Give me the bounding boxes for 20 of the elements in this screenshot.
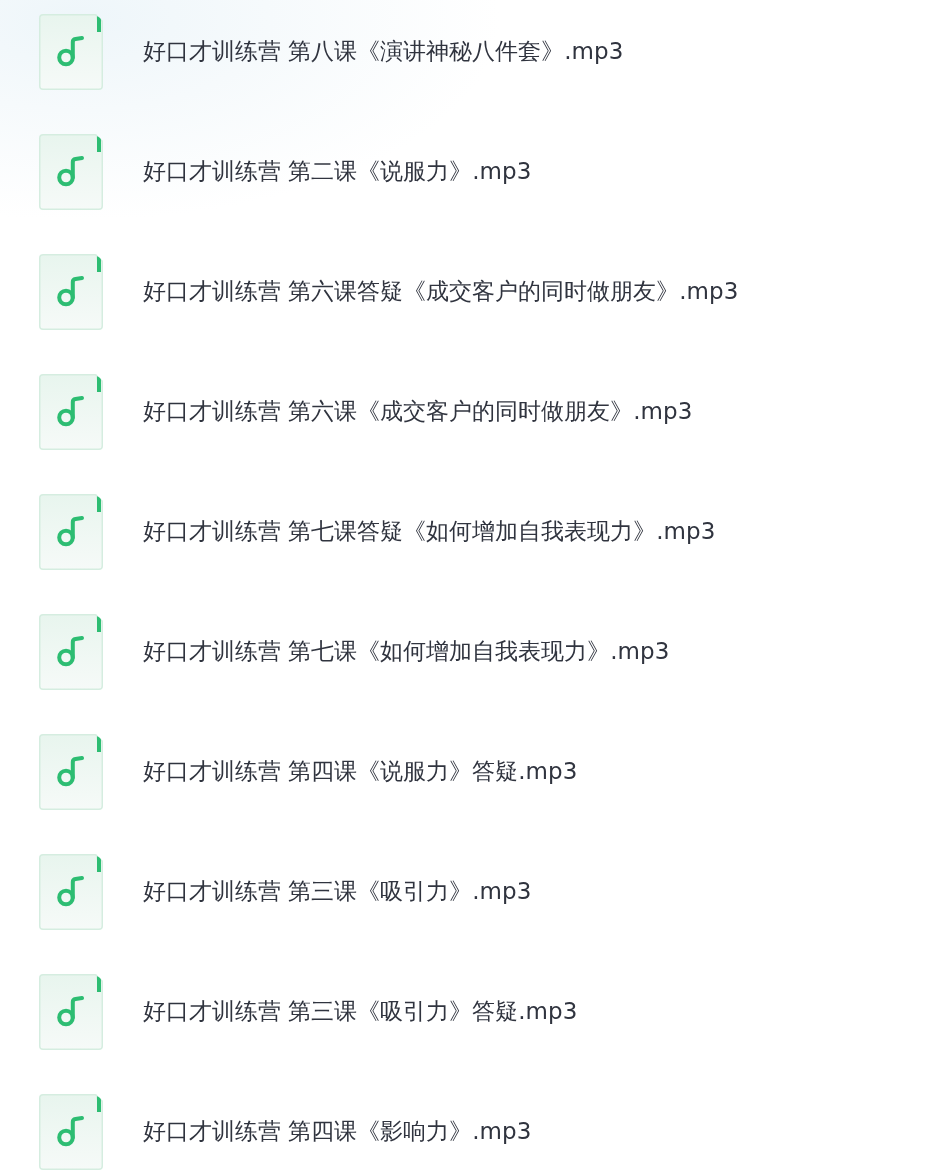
audio-file-icon bbox=[39, 614, 103, 690]
file-name[interactable]: 好口才训练营 第六课答疑《成交客户的同时做朋友》.mp3 bbox=[143, 278, 739, 306]
audio-file-icon bbox=[39, 134, 103, 210]
file-name[interactable]: 好口才训练营 第二课《说服力》.mp3 bbox=[143, 158, 532, 186]
audio-file-icon bbox=[39, 854, 103, 930]
audio-file-icon bbox=[39, 254, 103, 330]
audio-file-icon bbox=[39, 734, 103, 810]
file-name[interactable]: 好口才训练营 第三课《吸引力》.mp3 bbox=[143, 878, 532, 906]
file-name[interactable]: 好口才训练营 第八课《演讲神秘八件套》.mp3 bbox=[143, 38, 624, 66]
audio-file-icon bbox=[39, 374, 103, 450]
file-name[interactable]: 好口才训练营 第三课《吸引力》答疑.mp3 bbox=[143, 998, 578, 1026]
audio-file-icon bbox=[39, 494, 103, 570]
audio-file-icon bbox=[39, 14, 103, 90]
audio-file-icon bbox=[39, 1094, 103, 1170]
file-name[interactable]: 好口才训练营 第六课《成交客户的同时做朋友》.mp3 bbox=[143, 398, 693, 426]
file-name[interactable]: 好口才训练营 第四课《说服力》答疑.mp3 bbox=[143, 758, 578, 786]
file-name[interactable]: 好口才训练营 第七课《如何增加自我表现力》.mp3 bbox=[143, 638, 670, 666]
file-name[interactable]: 好口才训练营 第七课答疑《如何增加自我表现力》.mp3 bbox=[143, 518, 716, 546]
audio-file-icon bbox=[39, 974, 103, 1050]
file-name[interactable]: 好口才训练营 第四课《影响力》.mp3 bbox=[143, 1118, 532, 1146]
